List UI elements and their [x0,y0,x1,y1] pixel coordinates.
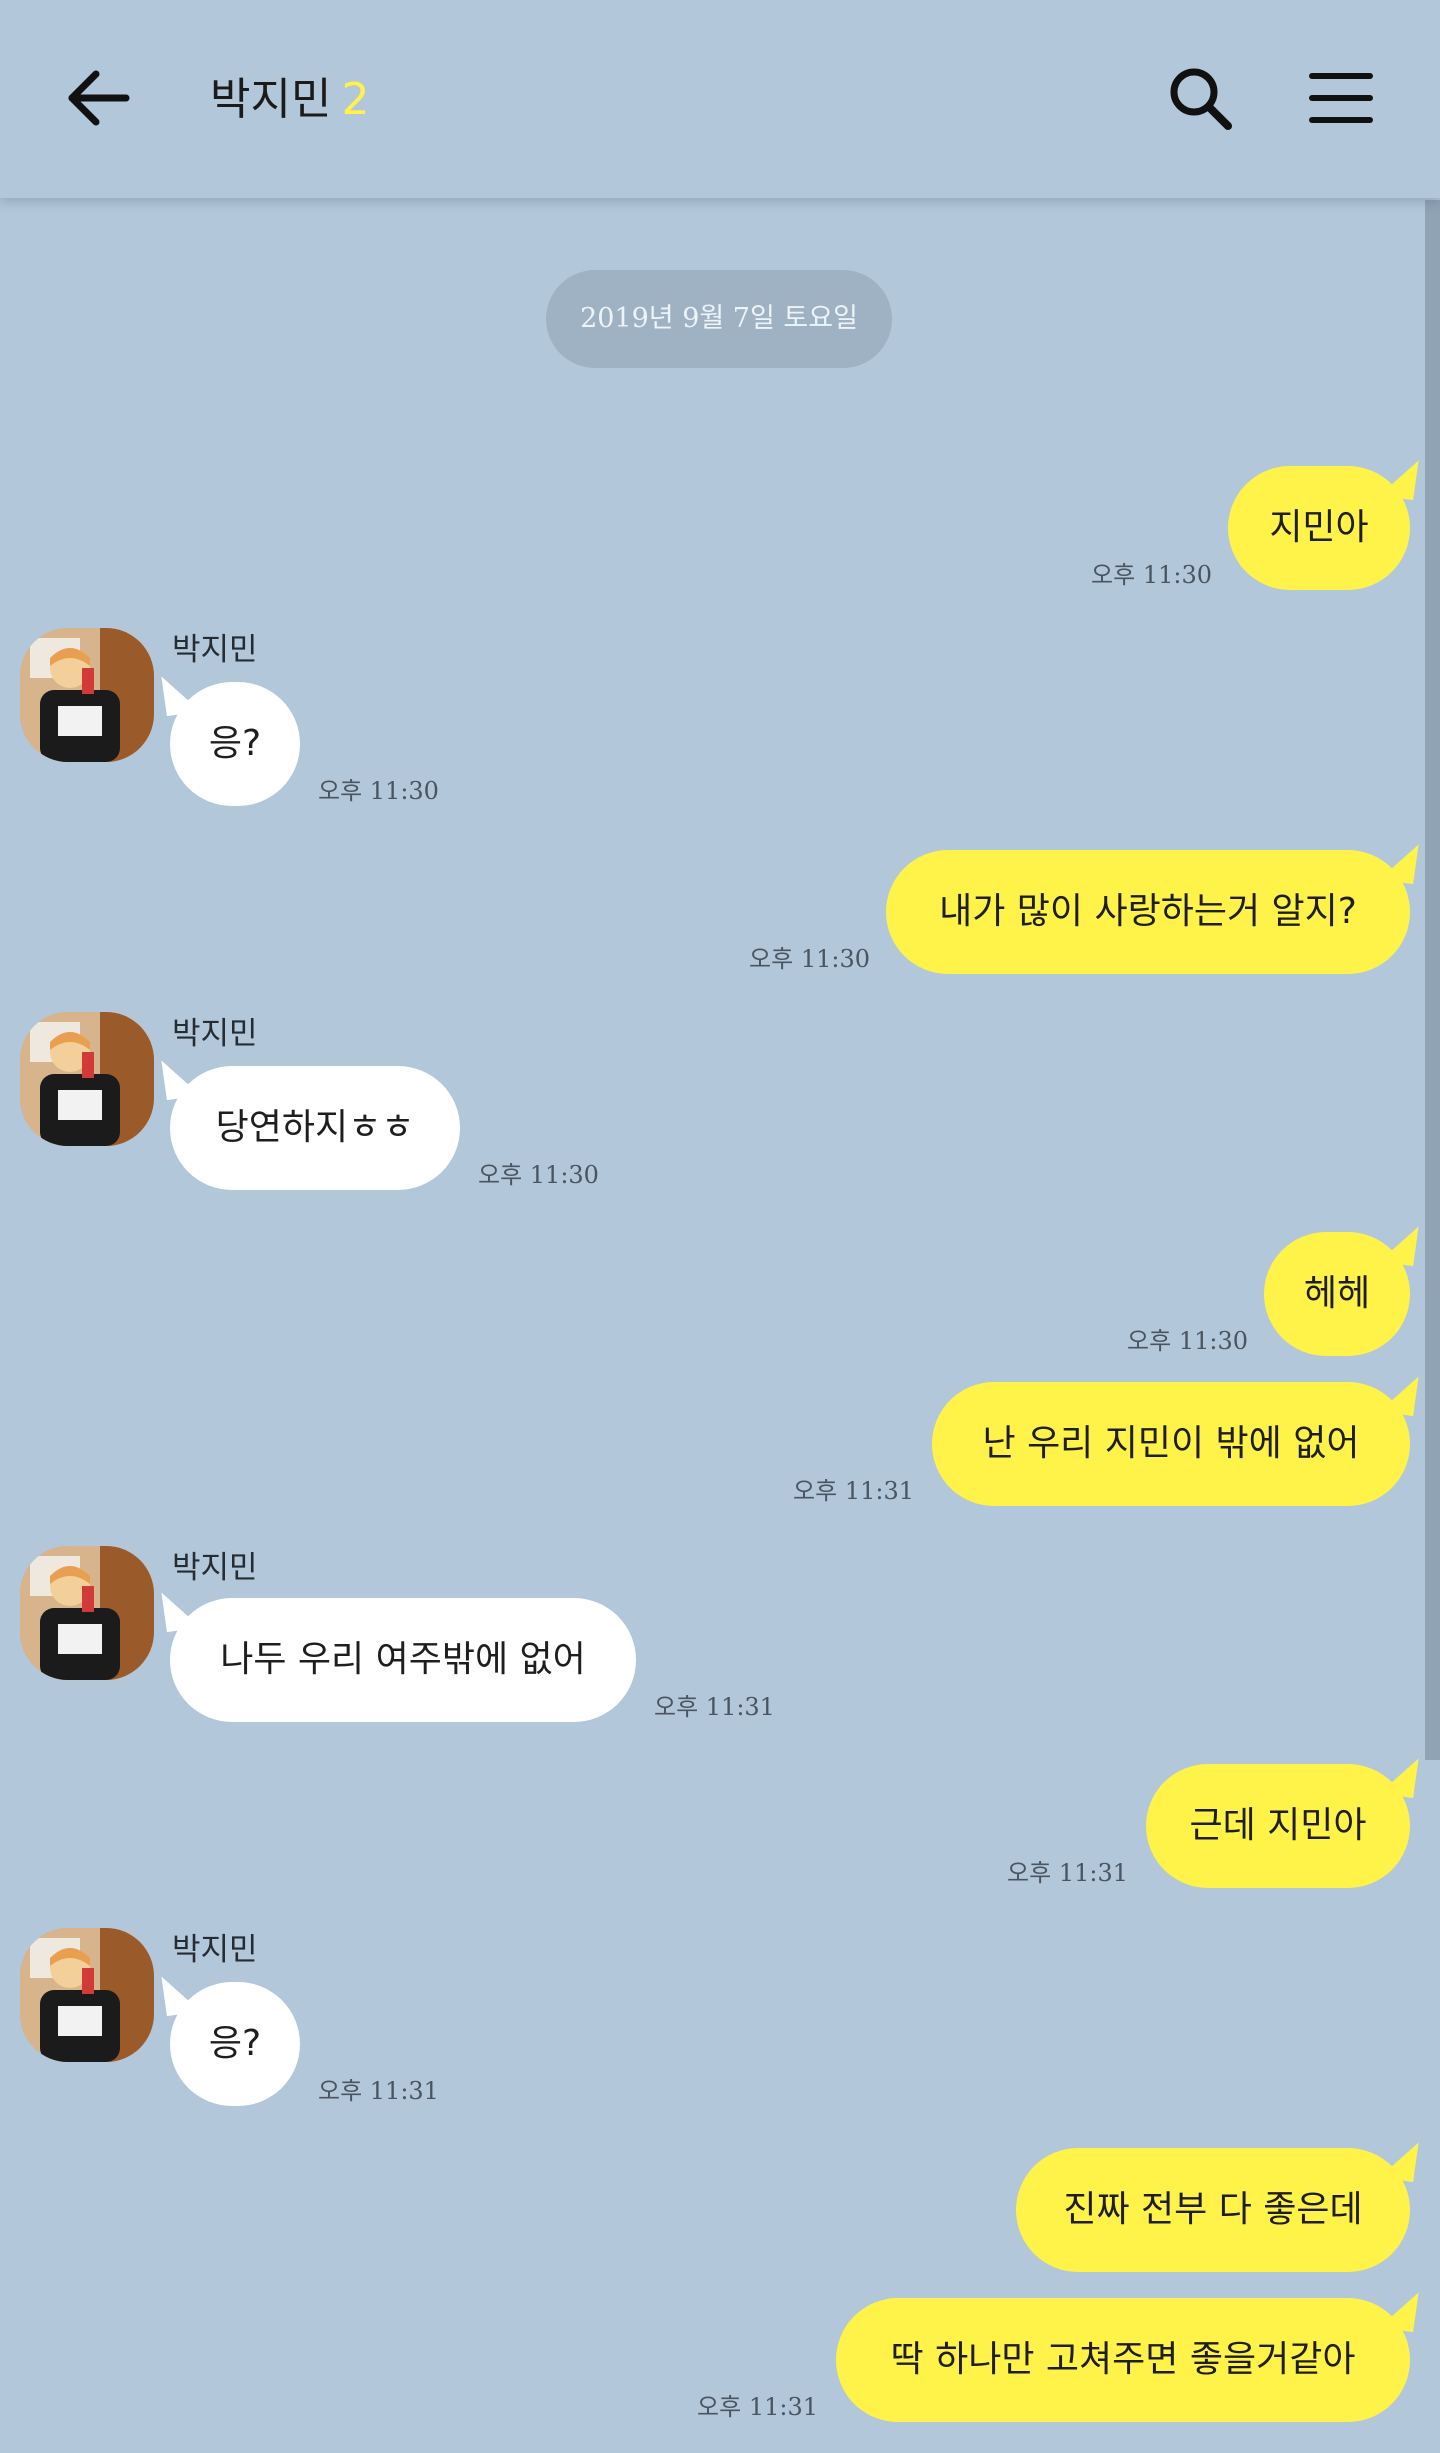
chat-room-name: 박지민 [210,74,332,125]
arrow-left-icon [68,70,130,126]
avatar[interactable] [20,628,154,762]
back-button[interactable] [60,58,140,138]
message-text: 내가 많이 사랑하는거 알지? [939,891,1357,932]
search-button[interactable] [1160,58,1240,138]
message-time: 오후 11:30 [478,1161,599,1189]
message-text: 당연하지ㅎㅎ [215,1107,415,1148]
search-icon [1170,68,1232,130]
chat-title: 박지민 2 [210,70,369,130]
my-message-bubble[interactable]: 난 우리 지민이 밖에 없어 [932,1382,1410,1506]
my-message-bubble[interactable]: 헤헤 [1264,1232,1410,1356]
date-divider: 2019년 9월 7일 토요일 [546,270,892,368]
message-text: 진짜 전부 다 좋은데 [1063,2189,1363,2230]
message-text: 헤헤 [1303,1273,1371,1314]
message-time: 오후 11:31 [697,2393,818,2421]
avatar[interactable] [20,1928,154,2062]
message-text: 나두 우리 여주밖에 없어 [220,1639,586,1680]
message-time: 오후 11:30 [749,945,870,973]
message-time: 오후 11:31 [654,1693,775,1721]
chat-header: 박지민 2 [0,0,1440,198]
member-count: 2 [341,74,370,125]
my-message-bubble[interactable]: 내가 많이 사랑하는거 알지? [886,850,1410,974]
message-text: 지민아 [1269,507,1369,548]
profile-photo [20,1928,154,2062]
scrollbar[interactable] [1425,200,1440,1760]
message-text: 딱 하나만 고쳐주면 좋을거같아 [890,2339,1356,2380]
sender-name: 박지민 [172,1016,258,1052]
message-time: 오후 11:30 [1127,1327,1248,1355]
message-text: 응? [208,723,262,764]
my-message-bubble[interactable]: 근데 지민아 [1146,1764,1410,1888]
avatar[interactable] [20,1012,154,1146]
their-message-bubble[interactable]: 나두 우리 여주밖에 없어 [170,1598,636,1722]
my-message-bubble[interactable]: 딱 하나만 고쳐주면 좋을거같아 [836,2298,1410,2422]
message-text: 응? [208,2023,262,2064]
their-message-bubble[interactable]: 응? [170,1982,300,2106]
sender-name: 박지민 [172,1550,258,1586]
avatar[interactable] [20,1546,154,1680]
their-message-bubble[interactable]: 당연하지ㅎㅎ [170,1066,460,1190]
message-time: 오후 11:31 [318,2077,439,2105]
my-message-bubble[interactable]: 진짜 전부 다 좋은데 [1016,2148,1410,2272]
sender-name: 박지민 [172,632,258,668]
profile-photo [20,628,154,762]
profile-photo [20,1012,154,1146]
message-time: 오후 11:31 [793,1477,914,1505]
hamburger-menu-icon [1309,73,1373,123]
message-text: 난 우리 지민이 밖에 없어 [982,1423,1360,1464]
message-text: 근데 지민아 [1189,1805,1367,1846]
menu-button[interactable] [1300,58,1380,138]
sender-name: 박지민 [172,1932,258,1968]
message-time: 오후 11:30 [318,777,439,805]
my-message-bubble[interactable]: 지민아 [1228,466,1410,590]
message-time: 오후 11:31 [1007,1859,1128,1887]
profile-photo [20,1546,154,1680]
message-time: 오후 11:30 [1091,561,1212,589]
their-message-bubble[interactable]: 응? [170,682,300,806]
